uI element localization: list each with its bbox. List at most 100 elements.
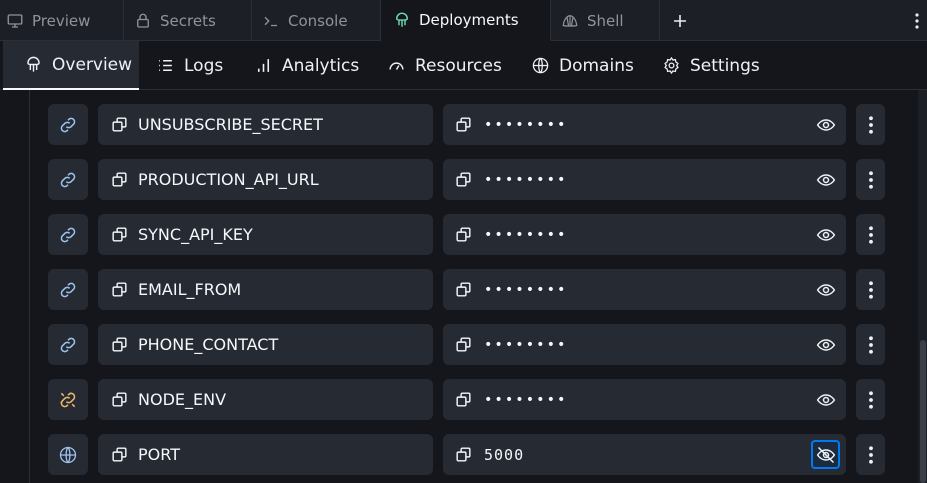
secret-value-field[interactable]: ••••••••	[443, 159, 846, 200]
toggle-visibility-button[interactable]	[811, 385, 840, 414]
copy-icon[interactable]	[109, 445, 129, 465]
toggle-visibility-button[interactable]	[811, 110, 840, 139]
copy-icon[interactable]	[109, 280, 129, 300]
secret-value-field[interactable]: ••••••••	[443, 379, 846, 420]
deployment-subnav: Overview Logs Analytics Resources Domain…	[0, 41, 927, 90]
globe-icon	[530, 56, 550, 76]
copy-icon[interactable]	[109, 115, 129, 135]
tab-preview[interactable]: Preview	[0, 0, 124, 41]
copy-icon[interactable]	[109, 170, 129, 190]
copy-icon[interactable]	[453, 170, 473, 190]
secret-key-field[interactable]: PHONE_CONTACT	[98, 324, 433, 365]
secret-more-button[interactable]	[856, 269, 885, 310]
secret-more-button[interactable]	[856, 214, 885, 255]
secret-key: PORT	[138, 445, 180, 464]
secret-more-button[interactable]	[856, 104, 885, 145]
subnav-label: Domains	[559, 55, 634, 76]
secret-more-button[interactable]	[856, 159, 885, 200]
secret-key: UNSUBSCRIBE_SECRET	[138, 115, 323, 134]
eye-icon	[816, 115, 836, 135]
tab-label: Console	[288, 11, 348, 30]
secret-value-field[interactable]: 5000	[443, 434, 846, 475]
secret-value: ••••••••	[484, 116, 568, 133]
secret-link-button[interactable]	[48, 159, 88, 200]
toggle-visibility-button[interactable]	[811, 275, 840, 304]
subnav-logs[interactable]: Logs	[155, 41, 223, 90]
subnav-label: Logs	[184, 55, 224, 76]
secret-key: PRODUCTION_API_URL	[138, 170, 319, 189]
subnav-label: Overview	[52, 54, 133, 75]
secret-link-button[interactable]	[48, 269, 88, 310]
globe-icon	[58, 445, 78, 465]
tab-secrets[interactable]: Secrets	[124, 0, 252, 41]
secrets-panel: UNSUBSCRIBE_SECRET •••••••• PRODUCTION_API…	[0, 90, 927, 483]
toggle-visibility-button[interactable]	[811, 165, 840, 194]
subnav-settings[interactable]: Settings	[661, 41, 760, 90]
secret-value-field[interactable]: ••••••••	[443, 104, 846, 145]
copy-icon[interactable]	[453, 225, 473, 245]
eye-icon	[816, 170, 836, 190]
scrollbar-thumb[interactable]	[920, 340, 926, 483]
secret-more-button[interactable]	[856, 324, 885, 365]
workspace-tab-bar: Preview Secrets Console Deployments Shel…	[0, 0, 927, 41]
more-vertical-icon	[863, 390, 879, 409]
secret-value-field[interactable]: ••••••••	[443, 324, 846, 365]
secret-key-field[interactable]: PRODUCTION_API_URL	[98, 159, 433, 200]
secret-link-button[interactable]	[48, 434, 88, 475]
copy-icon[interactable]	[453, 390, 473, 410]
tab-shell[interactable]: Shell	[551, 0, 660, 41]
subnav-overview[interactable]: Overview	[3, 41, 139, 90]
copy-icon[interactable]	[109, 390, 129, 410]
toggle-visibility-button[interactable]	[811, 220, 840, 249]
tab-console[interactable]: Console	[252, 0, 381, 41]
gear-icon	[661, 56, 681, 76]
toggle-visibility-button[interactable]	[811, 440, 840, 469]
tab-bar-more-button[interactable]	[907, 10, 927, 32]
secret-link-button[interactable]	[48, 324, 88, 365]
secret-key-field[interactable]: SYNC_API_KEY	[98, 214, 433, 255]
link-icon	[58, 280, 78, 300]
copy-icon[interactable]	[109, 225, 129, 245]
copy-icon[interactable]	[453, 280, 473, 300]
copy-icon[interactable]	[453, 445, 473, 465]
eye-icon	[816, 335, 836, 355]
subnav-domains[interactable]: Domains	[530, 41, 634, 90]
secret-key-field[interactable]: NODE_ENV	[98, 379, 433, 420]
add-tab-button[interactable]	[668, 10, 692, 32]
more-vertical-icon	[863, 280, 879, 299]
subnav-label: Analytics	[282, 55, 360, 76]
copy-icon[interactable]	[453, 335, 473, 355]
secret-link-button[interactable]	[48, 379, 88, 420]
copy-icon[interactable]	[109, 335, 129, 355]
subnav-analytics[interactable]: Analytics	[253, 41, 359, 90]
secret-key-field[interactable]: UNSUBSCRIBE_SECRET	[98, 104, 433, 145]
secret-row: SYNC_API_KEY ••••••••	[0, 214, 900, 255]
toggle-visibility-button[interactable]	[811, 330, 840, 359]
scrollbar[interactable]	[918, 90, 927, 483]
secret-row: PORT 5000	[0, 434, 900, 475]
copy-icon[interactable]	[453, 115, 473, 135]
secret-key-field[interactable]: PORT	[98, 434, 433, 475]
secret-key: NODE_ENV	[138, 390, 227, 409]
tab-deployments[interactable]: Deployments	[381, 0, 551, 41]
secret-link-button[interactable]	[48, 214, 88, 255]
secret-link-button[interactable]	[48, 104, 88, 145]
more-vertical-icon	[863, 115, 879, 134]
link-icon	[58, 335, 78, 355]
subnav-resources[interactable]: Resources	[386, 41, 502, 90]
tab-label: Preview	[32, 11, 91, 30]
secret-value: 5000	[484, 445, 525, 464]
secret-more-button[interactable]	[856, 434, 885, 475]
terminal-icon	[262, 12, 280, 30]
secret-row: PHONE_CONTACT ••••••••	[0, 324, 900, 365]
secret-key: PHONE_CONTACT	[138, 335, 279, 354]
secret-value-field[interactable]: ••••••••	[443, 269, 846, 310]
eye-icon	[816, 390, 836, 410]
secret-value: ••••••••	[484, 226, 568, 243]
lock-icon	[134, 12, 152, 30]
secret-more-button[interactable]	[856, 379, 885, 420]
secret-value-field[interactable]: ••••••••	[443, 214, 846, 255]
tab-label: Secrets	[160, 11, 216, 30]
link-icon	[58, 115, 78, 135]
secret-key-field[interactable]: EMAIL_FROM	[98, 269, 433, 310]
